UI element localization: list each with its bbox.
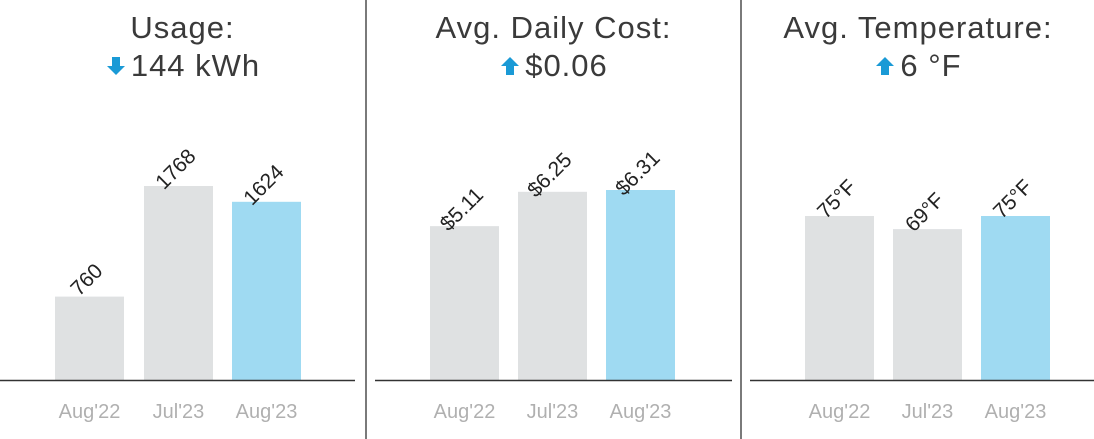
bar <box>606 190 675 380</box>
category-label: Aug'23 <box>610 401 672 423</box>
bar <box>893 229 962 380</box>
bar <box>232 201 301 380</box>
usage-panel: Usage: 144 kWh 760 Aug'22 1768 Jul'23 1624 Au… <box>0 0 365 439</box>
bar <box>518 191 587 380</box>
bar <box>805 216 874 380</box>
category-label: Aug'22 <box>809 401 871 423</box>
temperature-panel: Avg. Temperature: 6 °F 75°F Aug'22 69°F Jul… <box>742 0 1094 439</box>
cost-bar-chart: $5.11Aug'22$6.25Jul'23$6.31Aug'23 <box>375 147 732 423</box>
bar <box>981 216 1050 380</box>
category-label: Aug'22 <box>59 401 121 423</box>
bar <box>430 226 499 380</box>
bar-value-label: 760 <box>66 259 107 300</box>
bar <box>55 296 124 380</box>
category-label: Jul'23 <box>902 401 954 423</box>
cost-panel: Avg. Daily Cost: $0.06 $5.11 Aug'22 $6.25 J… <box>367 0 740 439</box>
usage-bar-chart: 760Aug'221768Jul'231624Aug'23 <box>0 145 355 423</box>
temperature-bar-chart: 75°FAug'2269°FJul'2375°FAug'23 <box>750 176 1094 423</box>
bar <box>144 186 213 380</box>
category-label: Aug'23 <box>985 401 1047 423</box>
category-label: Jul'23 <box>153 401 205 423</box>
category-label: Jul'23 <box>527 401 579 423</box>
category-label: Aug'23 <box>236 401 298 423</box>
category-label: Aug'22 <box>434 401 496 423</box>
